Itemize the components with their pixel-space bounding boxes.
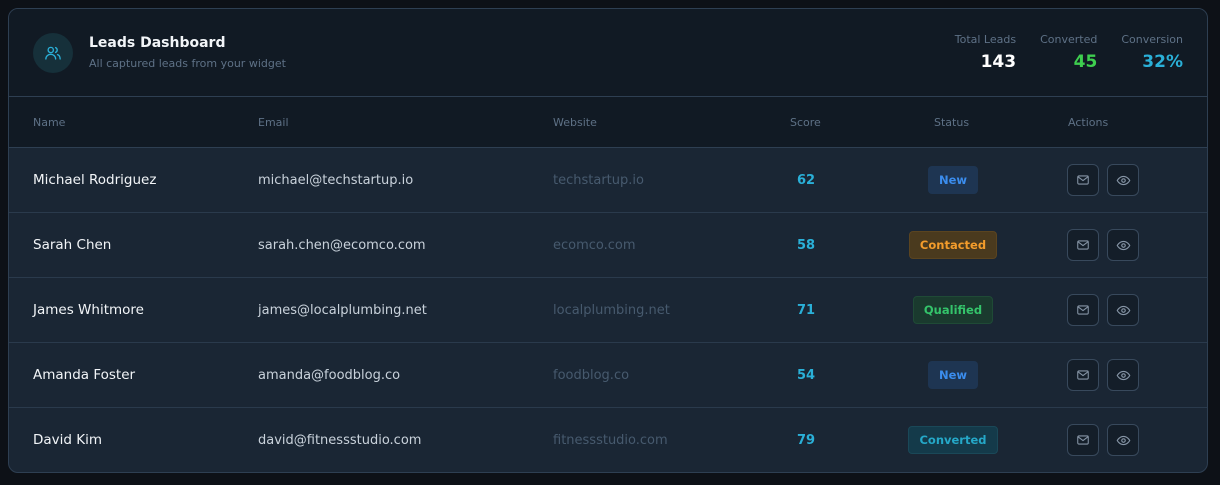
lead-email: amanda@foodblog.co (258, 367, 401, 383)
email-lead-button[interactable] (1067, 294, 1099, 326)
column-header-status: Status (934, 116, 970, 129)
lead-website: techstartup.io (553, 172, 644, 188)
row-actions (1067, 278, 1147, 342)
table-row: Sarah Chen sarah.chen@ecomco.com ecomco.… (9, 213, 1207, 278)
mail-icon (1077, 305, 1089, 315)
email-lead-button[interactable] (1067, 424, 1099, 456)
view-lead-button[interactable] (1107, 294, 1139, 326)
row-actions (1067, 408, 1147, 472)
view-lead-button[interactable] (1107, 164, 1139, 196)
email-lead-button[interactable] (1067, 359, 1099, 391)
lead-score: 58 (796, 237, 816, 253)
users-icon (33, 32, 73, 73)
table-header: Name Email Website Score Status Actions (9, 97, 1207, 148)
status-badge: Contacted (908, 231, 998, 259)
lead-email: michael@techstartup.io (258, 172, 414, 188)
eye-icon (1116, 240, 1130, 250)
lead-email: sarah.chen@ecomco.com (258, 237, 426, 253)
lead-name: David Kim (33, 432, 103, 448)
column-header-score: Score (790, 116, 821, 129)
eye-icon (1116, 435, 1130, 445)
lead-name: Michael Rodriguez (33, 172, 157, 188)
table-row: Michael Rodriguez michael@techstartup.io… (9, 148, 1207, 213)
table-row: David Kim david@fitnessstudio.com fitnes… (9, 408, 1207, 472)
stat-total-leads: Total Leads 143 (955, 33, 1016, 72)
stats-summary: Total Leads 143 Converted 45 Conversion … (931, 33, 1183, 72)
stat-label: Converted (1040, 33, 1098, 46)
lead-website: foodblog.co (553, 367, 630, 383)
lead-name: Amanda Foster (33, 367, 136, 383)
email-lead-button[interactable] (1067, 229, 1099, 261)
column-header-email: Email (258, 116, 289, 129)
header-title-group: Leads Dashboard All captured leads from … (33, 32, 286, 73)
table-body: Michael Rodriguez michael@techstartup.io… (9, 148, 1207, 472)
status-badge: Qualified (912, 296, 994, 324)
page-title: Leads Dashboard (89, 35, 226, 51)
mail-icon (1077, 240, 1089, 250)
row-actions (1067, 213, 1147, 277)
table-row: James Whitmore james@localplumbing.net l… (9, 278, 1207, 343)
status-badge: New (927, 361, 979, 389)
status-badge: New (927, 166, 979, 194)
lead-email: james@localplumbing.net (258, 302, 427, 318)
status-cell: Contacted (889, 213, 1017, 277)
stat-value: 45 (1073, 52, 1098, 72)
mail-icon (1077, 175, 1089, 185)
mail-icon (1077, 370, 1089, 380)
lead-score: 62 (796, 172, 816, 188)
dashboard-header: Leads Dashboard All captured leads from … (9, 9, 1207, 97)
stat-label: Total Leads (954, 33, 1017, 46)
status-cell: New (889, 148, 1017, 212)
status-badge: Converted (908, 426, 998, 454)
view-lead-button[interactable] (1107, 359, 1139, 391)
eye-icon (1116, 305, 1130, 315)
lead-website: fitnessstudio.com (553, 432, 668, 448)
mail-icon (1077, 435, 1089, 445)
row-actions (1067, 343, 1147, 407)
status-cell: New (889, 343, 1017, 407)
leads-dashboard-card: Leads Dashboard All captured leads from … (8, 8, 1208, 473)
table-row: Amanda Foster amanda@foodblog.co foodblo… (9, 343, 1207, 408)
column-header-name: Name (33, 116, 66, 129)
eye-icon (1116, 175, 1130, 185)
stat-converted: Converted 45 (1040, 33, 1097, 72)
lead-email: david@fitnessstudio.com (258, 432, 422, 448)
column-header-website: Website (553, 116, 597, 129)
page-subtitle: All captured leads from your widget (89, 57, 286, 70)
stat-value: 143 (980, 52, 1017, 72)
eye-icon (1116, 370, 1130, 380)
view-lead-button[interactable] (1107, 424, 1139, 456)
stat-label: Conversion (1121, 33, 1183, 46)
stat-value: 32% (1142, 52, 1183, 72)
lead-name: Sarah Chen (33, 237, 112, 253)
status-cell: Qualified (889, 278, 1017, 342)
lead-score: 71 (796, 302, 816, 318)
lead-score: 54 (796, 367, 816, 383)
stat-conversion: Conversion 32% (1121, 33, 1183, 72)
lead-score: 79 (796, 432, 816, 448)
email-lead-button[interactable] (1067, 164, 1099, 196)
column-header-actions: Actions (1068, 116, 1109, 129)
status-cell: Converted (889, 408, 1017, 472)
lead-name: James Whitmore (33, 302, 144, 318)
header-text: Leads Dashboard All captured leads from … (89, 35, 286, 70)
view-lead-button[interactable] (1107, 229, 1139, 261)
lead-website: localplumbing.net (553, 302, 670, 318)
lead-website: ecomco.com (553, 237, 636, 253)
row-actions (1067, 148, 1147, 212)
